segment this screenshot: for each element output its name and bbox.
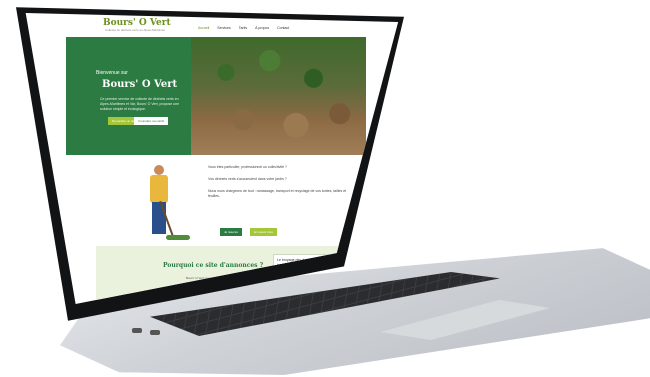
gardener-body xyxy=(150,175,168,203)
nav-item-accueil[interactable]: Accueil xyxy=(198,26,209,30)
pricing-button[interactable]: Connaître nos tarifs xyxy=(134,117,169,125)
hero-title: Bours' O Vert xyxy=(102,79,178,90)
hero-leaves-image xyxy=(191,37,366,155)
why-title: Pourquoi ce site d'annonces ? xyxy=(163,262,264,269)
hero-section: Bienvenue sur Bours' O Vert Ce premier s… xyxy=(66,37,366,155)
gardener-head xyxy=(154,165,164,175)
hero-welcome: Bienvenue sur xyxy=(96,70,128,76)
reserve-button[interactable]: Je réserve xyxy=(220,228,243,236)
learn-more-button[interactable]: En savoir plus xyxy=(250,228,277,236)
intro-text: Vous êtes particulier, professionnel ou … xyxy=(208,165,358,206)
intro-paragraph: Vous êtes particulier, professionnel ou … xyxy=(208,165,287,169)
gardener-illustration xyxy=(136,160,196,250)
gardener-legs xyxy=(152,202,166,234)
screen: Bours' O Vert Collecte de déchets verts … xyxy=(25,13,399,304)
intro-paragraph: Nous nous chargeons de tout : ramassage,… xyxy=(208,189,347,198)
main-nav: Accueil Services Tarifs À propos Contact xyxy=(198,26,289,30)
usb-port xyxy=(150,330,160,335)
intro-paragraph: Vos déchets verts s'accumulent dans votr… xyxy=(208,177,287,181)
site-logo[interactable]: Bours' O Vert xyxy=(103,18,171,28)
site-tagline: Collecte de déchets verts en Alpes-Marit… xyxy=(105,28,166,32)
nav-item-tarifs[interactable]: Tarifs xyxy=(239,26,247,30)
hero-description: Ce premier service de collecte de déchet… xyxy=(100,97,179,111)
nav-item-contact[interactable]: Contact xyxy=(277,26,289,30)
grass-icon xyxy=(166,235,190,240)
usb-port xyxy=(132,328,142,333)
nav-item-services[interactable]: Services xyxy=(217,26,230,30)
nav-item-a-propos[interactable]: À propos xyxy=(255,26,269,30)
